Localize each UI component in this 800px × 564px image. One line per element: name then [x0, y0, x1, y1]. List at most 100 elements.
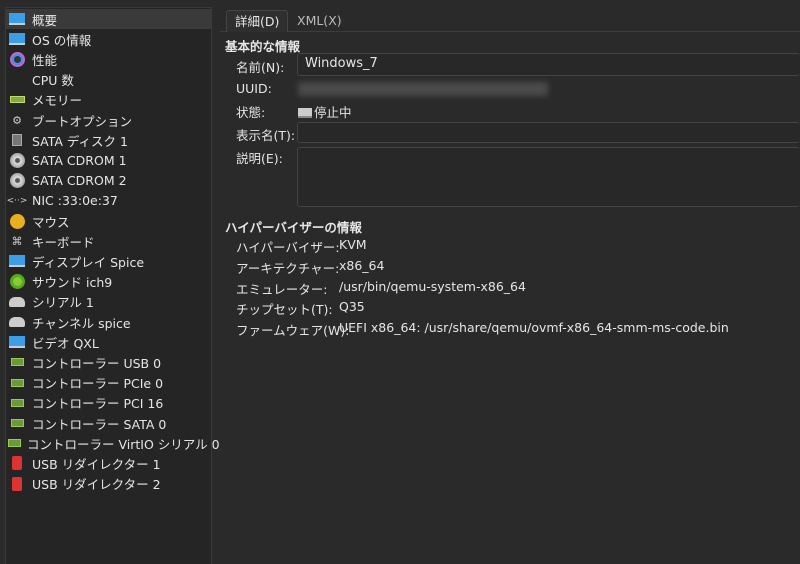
- sidebar-item-label: メモリー: [32, 93, 83, 109]
- hypervisor-field-label: エミュレーター:: [236, 281, 328, 297]
- sidebar-item[interactable]: コントローラー USB 0: [6, 352, 211, 372]
- uuid-value-blurred: [298, 82, 548, 96]
- mouse-icon: [8, 213, 26, 229]
- sidebar-item-label: USB リダイレクター 1: [32, 456, 161, 472]
- hypervisor-field-value: Q35: [339, 299, 365, 315]
- monitor-icon: [8, 334, 26, 350]
- sidebar-item-label: シリアル 1: [32, 295, 94, 311]
- tab-xml[interactable]: XML(X): [289, 10, 350, 32]
- sidebar-item[interactable]: USB リダイレクター 2: [6, 474, 211, 494]
- sidebar-item-label: OS の情報: [32, 32, 92, 48]
- sidebar-item[interactable]: ディスプレイ Spice: [6, 251, 211, 271]
- controller-icon: [8, 415, 26, 431]
- hypervisor-field-value: UEFI x86_64: /usr/share/qemu/ovmf-x86_64…: [339, 320, 729, 336]
- sidebar-item-label: 概要: [32, 12, 58, 28]
- sidebar-item-label: コントローラー PCIe 0: [32, 376, 164, 392]
- state-text: 停止中: [314, 105, 352, 120]
- state-label: 状態:: [236, 105, 266, 120]
- sidebar-item[interactable]: コントローラー VirtIO シリアル 0: [6, 433, 220, 453]
- sidebar-item[interactable]: ⚙ ブートオプション: [6, 110, 211, 130]
- controller-icon: [8, 354, 26, 370]
- hypervisor-field-label: アーキテクチャー:: [236, 260, 340, 276]
- sidebar-item[interactable]: SATA CDROM 2: [6, 171, 211, 191]
- sidebar-item[interactable]: ビデオ QXL: [6, 332, 211, 352]
- sidebar-item-label: コントローラー VirtIO シリアル 0: [27, 436, 220, 452]
- sidebar-item[interactable]: CPU 数: [6, 70, 211, 90]
- sidebar-item[interactable]: コントローラー SATA 0: [6, 413, 211, 433]
- blank-icon: [8, 72, 26, 88]
- sidebar-item[interactable]: ⌘ キーボード: [6, 231, 211, 251]
- shutoff-monitor-icon: [298, 108, 312, 118]
- sidebar-item[interactable]: <··> NIC :33:0e:37: [6, 191, 211, 211]
- controller-icon: [8, 395, 26, 411]
- sidebar-item-label: NIC :33:0e:37: [32, 193, 118, 209]
- monitor-icon: [8, 31, 26, 47]
- name-input[interactable]: Windows_7: [297, 53, 800, 76]
- state-value: 停止中: [298, 102, 352, 121]
- sidebar-item-label: コントローラー SATA 0: [32, 416, 167, 432]
- sidebar-item-label: ディスプレイ Spice: [32, 254, 145, 270]
- hypervisor-field-value: x86_64: [339, 257, 385, 273]
- sidebar-item[interactable]: コントローラー PCIe 0: [6, 373, 211, 393]
- sidebar-item[interactable]: USB リダイレクター 1: [6, 453, 211, 473]
- usb-redirector-icon: [8, 455, 26, 471]
- serial-icon: [8, 314, 26, 330]
- sidebar-item-label: キーボード: [32, 234, 95, 250]
- performance-gauge-icon: [8, 51, 26, 67]
- hypervisor-field-label: ハイパーバイザー:: [236, 240, 340, 255]
- title-input[interactable]: [297, 122, 800, 143]
- keyboard-icon: ⌘: [11, 234, 23, 248]
- sound-icon: [8, 274, 26, 290]
- monitor-icon: [8, 11, 26, 27]
- sidebar-item[interactable]: シリアル 1: [6, 292, 211, 312]
- controller-icon: [8, 375, 26, 391]
- gears-icon: ⚙: [12, 113, 22, 127]
- sidebar-item[interactable]: SATA CDROM 1: [6, 150, 211, 170]
- sidebar-item-label: SATA CDROM 1: [32, 152, 127, 168]
- description-textarea[interactable]: [297, 147, 800, 207]
- serial-icon: [8, 294, 26, 310]
- monitor-icon: [8, 253, 26, 269]
- sidebar-item-label: サウンド ich9: [32, 275, 113, 291]
- hardware-list[interactable]: 概要 OS の情報 性能 CPU 数メモリー ⚙ ブートオプション SATA ディスク 1 S…: [5, 7, 220, 564]
- sidebar-item-label: ビデオ QXL: [32, 335, 99, 351]
- sidebar-item-label: 性能: [32, 52, 58, 68]
- hypervisor-field-label: ファームウェア(W):: [236, 323, 350, 339]
- cdrom-icon: [8, 173, 26, 189]
- sidebar-item[interactable]: コントローラー PCI 16: [6, 393, 211, 413]
- hypervisor-heading: ハイパーバイザーの情報: [225, 220, 362, 235]
- sidebar-item-label: SATA CDROM 2: [32, 173, 127, 189]
- sidebar-item-label: ブートオプション: [32, 113, 133, 129]
- tab-details[interactable]: 詳細(D): [226, 10, 289, 32]
- cdrom-icon: [8, 152, 26, 168]
- sidebar-item[interactable]: 性能: [6, 49, 211, 69]
- hypervisor-field-value: /usr/bin/qemu-system-x86_64: [339, 278, 526, 294]
- network-icon: <··>: [6, 195, 28, 206]
- tab-bar: 詳細(D) XML(X): [220, 10, 800, 32]
- name-label: 名前(N):: [236, 60, 285, 75]
- sidebar-item[interactable]: OS の情報: [6, 29, 211, 49]
- sidebar-item[interactable]: 概要: [6, 9, 211, 29]
- sidebar-item-label: コントローラー PCI 16: [32, 396, 164, 412]
- basic-info-heading: 基本的な情報: [225, 39, 301, 54]
- sidebar-item[interactable]: マウス: [6, 211, 211, 231]
- sidebar-item[interactable]: チャンネル spice: [6, 312, 211, 332]
- sidebar-item[interactable]: サウンド ich9: [6, 272, 211, 292]
- description-label: 説明(E):: [236, 151, 283, 166]
- sidebar-item-label: チャンネル spice: [32, 315, 131, 331]
- uuid-label: UUID:: [236, 81, 272, 96]
- sidebar-item-label: CPU 数: [32, 73, 74, 89]
- hard-disk-icon: [8, 132, 26, 148]
- memory-icon: [8, 92, 26, 108]
- sidebar-item-label: マウス: [32, 214, 70, 230]
- title-label: 表示名(T):: [236, 128, 296, 143]
- controller-icon: [8, 435, 21, 451]
- hypervisor-field-label: チップセット(T):: [236, 302, 333, 318]
- sidebar-item[interactable]: メモリー: [6, 90, 211, 110]
- sidebar-item[interactable]: SATA ディスク 1: [6, 130, 211, 150]
- sidebar-item-label: コントローラー USB 0: [32, 355, 162, 371]
- sidebar-item-label: USB リダイレクター 2: [32, 477, 161, 493]
- sidebar-item-label: SATA ディスク 1: [32, 133, 128, 149]
- hypervisor-field-value: KVM: [339, 237, 367, 252]
- usb-redirector-icon: [8, 476, 26, 492]
